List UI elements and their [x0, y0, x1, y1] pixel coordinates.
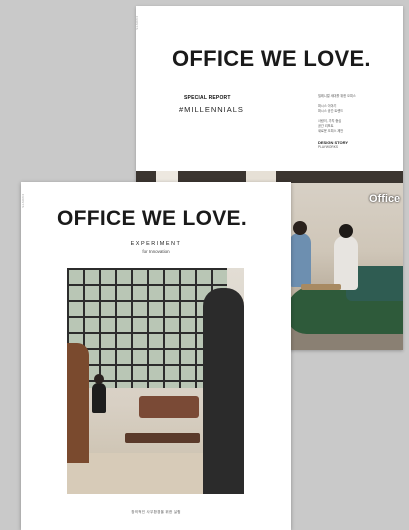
millennials-hashtag: #MILLENNIALS	[179, 105, 244, 114]
person-right	[334, 224, 358, 290]
front-cover-spine-text: FURSYS	[21, 194, 25, 208]
back-cover-spine-text: FURSYS	[136, 16, 139, 30]
design-story-sub: PLAYWORKS	[318, 145, 338, 149]
dark-partition	[203, 288, 244, 494]
experiment-label: EXPERIMENT	[130, 241, 182, 247]
brown-partition	[67, 343, 89, 463]
front-cover-caption: 창의적인 사무환경을 위한 실험	[131, 510, 181, 514]
special-report-label: SPECIAL REPORT	[184, 95, 231, 101]
coffee-table	[301, 284, 341, 290]
sofa	[139, 396, 199, 418]
table-of-contents: 밀레니얼 세대를 위한 오피스 퍼시스 이야기 퍼시스 공간 트렌드 사람이, …	[318, 94, 388, 150]
office-interior-photo	[67, 268, 244, 494]
back-cover-title: OFFICE WE LOVE.	[172, 46, 371, 71]
innovation-subtitle: for Innovation	[142, 249, 170, 254]
front-cover-title: OFFICE WE LOVE.	[57, 207, 248, 230]
toc-item: 새로운 오피스 제안	[318, 129, 344, 133]
front-cover: FURSYS OFFICE WE LOVE. EXPERIMENT for In…	[21, 182, 291, 530]
person-left	[289, 221, 311, 287]
office-sign: Office	[369, 193, 401, 205]
low-table	[125, 433, 200, 443]
person-seated	[92, 374, 106, 413]
